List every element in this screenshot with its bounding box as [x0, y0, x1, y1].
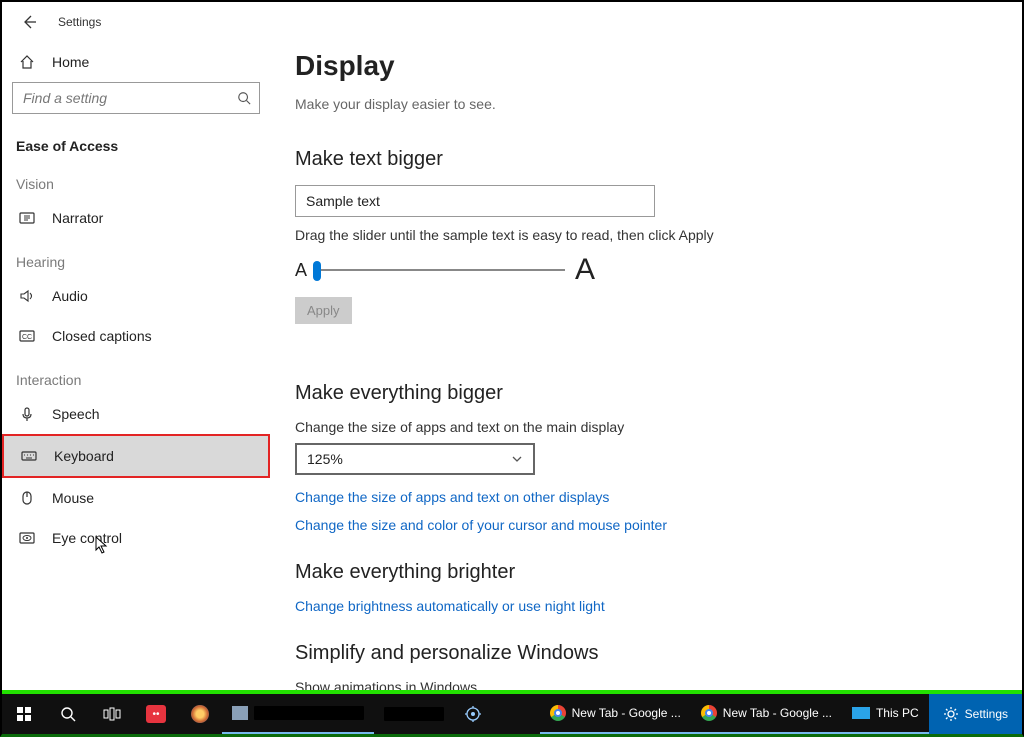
main-content: Display Make your display easier to see.… — [270, 42, 1022, 694]
sidebar-item-narrator-label: Narrator — [52, 210, 103, 226]
sidebar-item-keyboard-label: Keyboard — [54, 448, 114, 464]
sidebar-category-vision: Vision — [2, 160, 270, 198]
sample-text-box: Sample text — [295, 185, 655, 217]
taskbar-app-5[interactable] — [454, 694, 492, 734]
sidebar-item-narrator[interactable]: Narrator — [2, 198, 270, 238]
sidebar-category-interaction: Interaction — [2, 356, 270, 394]
sidebar-item-audio-label: Audio — [52, 288, 88, 304]
sidebar-item-speech-label: Speech — [52, 406, 99, 422]
taskbar-this-pc[interactable]: This PC — [842, 694, 929, 734]
search-icon — [237, 91, 251, 105]
sidebar-item-eye-control-label: Eye control — [52, 530, 122, 546]
scale-select[interactable]: 125% — [295, 443, 535, 475]
window-title: Settings — [58, 15, 101, 29]
pc-icon — [852, 707, 870, 719]
link-other-displays[interactable]: Change the size of apps and text on othe… — [295, 489, 982, 505]
sample-text: Sample text — [306, 193, 380, 209]
mouse-icon — [19, 490, 35, 506]
sidebar-item-closed-captions[interactable]: CC Closed captions — [2, 316, 270, 356]
taskbar-chrome-2[interactable]: New Tab - Google ... — [691, 694, 842, 734]
back-icon[interactable] — [20, 13, 38, 31]
taskbar: •• New Tab - Google ... New Tab - Google… — [2, 694, 1022, 734]
eye-control-icon — [19, 530, 35, 546]
sidebar-item-eye-control[interactable]: Eye control — [2, 518, 270, 558]
taskbar-app-4[interactable] — [374, 694, 454, 734]
search-input[interactable] — [21, 89, 237, 107]
slider-small-a: A — [295, 260, 307, 281]
speech-icon — [19, 406, 35, 422]
sidebar: Home Ease of Access Vision Narrator — [2, 42, 270, 694]
sidebar-home-label: Home — [52, 54, 89, 70]
page-subtitle: Make your display easier to see. — [295, 96, 982, 112]
apply-button[interactable]: Apply — [295, 297, 352, 324]
taskbar-settings[interactable]: Settings — [929, 694, 1022, 734]
keyboard-icon — [21, 448, 37, 464]
taskbar-this-pc-label: This PC — [876, 706, 919, 720]
search-input-wrap[interactable] — [12, 82, 260, 114]
gear-icon — [943, 706, 959, 722]
audio-icon — [19, 288, 35, 304]
taskbar-chrome-2-label: New Tab - Google ... — [723, 706, 832, 720]
closed-captions-icon: CC — [19, 328, 35, 344]
sidebar-item-closed-captions-label: Closed captions — [52, 328, 152, 344]
scale-hint: Change the size of apps and text on the … — [295, 419, 982, 435]
chrome-icon — [550, 705, 566, 721]
page-title: Display — [295, 50, 982, 82]
sidebar-category-hearing: Hearing — [2, 238, 270, 276]
section-brighter: Make everything brighter — [295, 561, 982, 584]
section-make-text-bigger: Make text bigger — [295, 148, 982, 171]
taskbar-app-2[interactable] — [178, 694, 222, 734]
taskbar-chrome-1[interactable]: New Tab - Google ... — [540, 694, 691, 734]
sidebar-item-speech[interactable]: Speech — [2, 394, 270, 434]
sidebar-item-mouse-label: Mouse — [52, 490, 94, 506]
taskbar-app-1[interactable]: •• — [134, 694, 178, 734]
slider-big-a: A — [575, 253, 595, 287]
section-make-everything-bigger: Make everything bigger — [295, 382, 982, 405]
section-simplify: Simplify and personalize Windows — [295, 642, 982, 665]
scale-value: 125% — [307, 451, 343, 467]
chevron-down-icon — [511, 453, 523, 465]
home-icon — [19, 54, 35, 70]
link-cursor-color[interactable]: Change the size and color of your cursor… — [295, 517, 982, 533]
slider-hint: Drag the slider until the sample text is… — [295, 227, 982, 243]
taskbar-app-3[interactable] — [222, 694, 374, 734]
sidebar-item-audio[interactable]: Audio — [2, 276, 270, 316]
taskbar-settings-label: Settings — [965, 707, 1008, 721]
svg-text:CC: CC — [22, 334, 32, 341]
text-size-slider[interactable] — [313, 269, 565, 271]
sidebar-group-title: Ease of Access — [2, 128, 270, 160]
taskbar-chrome-1-label: New Tab - Google ... — [572, 706, 681, 720]
taskbar-search[interactable] — [46, 694, 90, 734]
link-brightness[interactable]: Change brightness automatically or use n… — [295, 598, 982, 614]
sidebar-item-keyboard[interactable]: Keyboard — [4, 436, 268, 476]
narrator-icon — [19, 210, 35, 226]
start-button[interactable] — [2, 694, 46, 734]
task-view-button[interactable] — [90, 694, 134, 734]
sidebar-item-mouse[interactable]: Mouse — [2, 478, 270, 518]
slider-thumb[interactable] — [313, 261, 321, 281]
sidebar-home[interactable]: Home — [2, 42, 270, 82]
chrome-icon — [701, 705, 717, 721]
